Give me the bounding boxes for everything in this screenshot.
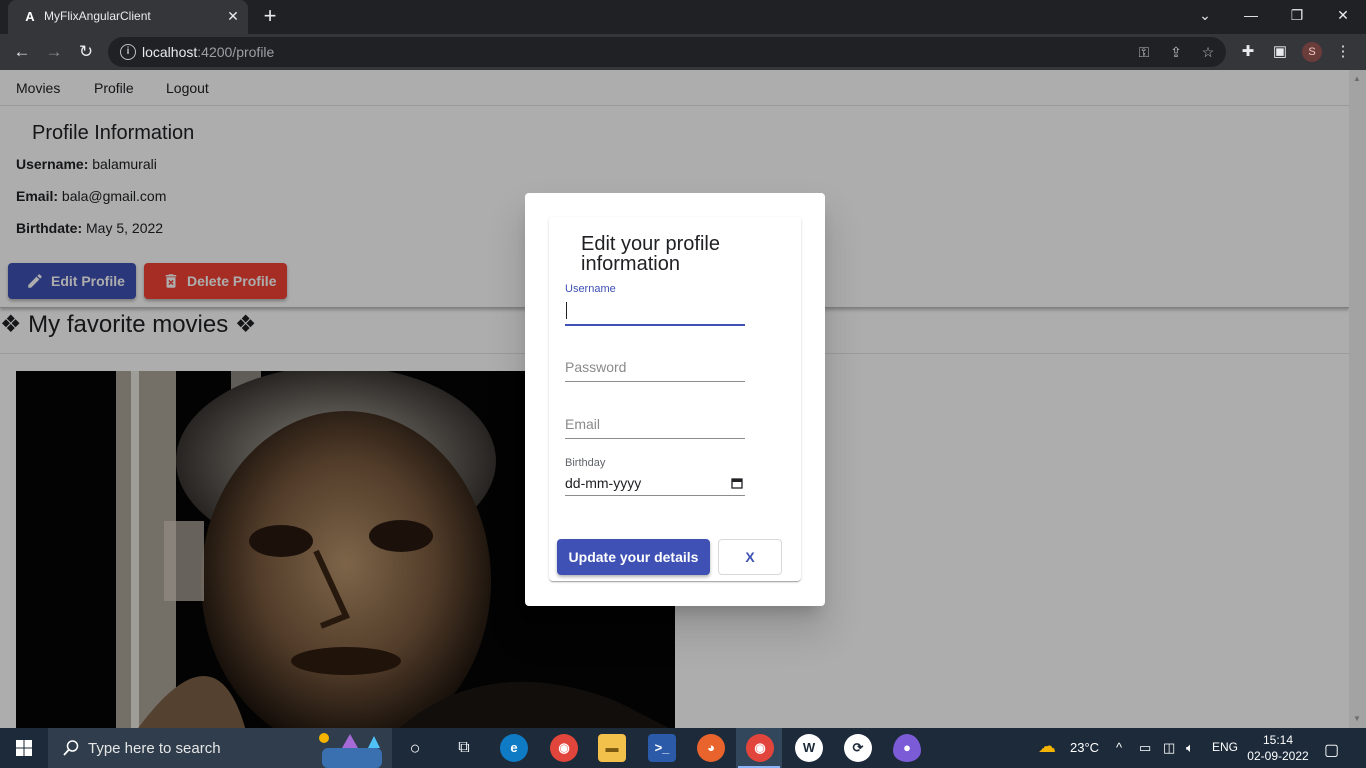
tab-search-chevron-icon[interactable]: ⌄ — [1182, 0, 1228, 30]
minimize-icon[interactable]: — — [1228, 0, 1274, 30]
forward-icon[interactable]: → — [40, 38, 68, 66]
edit-profile-dialog: Edit your profile information Username B… — [525, 193, 825, 606]
volume-icon[interactable]: 🔈︎ — [1186, 740, 1194, 756]
start-button[interactable] — [0, 728, 48, 768]
angular-favicon-icon: A — [25, 9, 35, 24]
key-icon[interactable]: ⚿ — [1134, 42, 1154, 62]
site-info-icon[interactable]: i — [120, 44, 136, 60]
extensions-icon[interactable]: ✚ — [1236, 40, 1260, 64]
tab-close-icon[interactable]: ✕ — [224, 7, 242, 25]
username-field-label: Username — [565, 283, 616, 295]
app-w-icon[interactable]: W — [795, 734, 823, 762]
browser-toolbar: ← → ↻ i localhost:4200/profile ⚿ ⇪ ☆ ✚ ▣… — [0, 34, 1366, 70]
address-bar[interactable]: i localhost:4200/profile ⚿ ⇪ ☆ — [108, 37, 1226, 67]
page-viewport: Movies Profile Logout Profile Informatio… — [0, 70, 1366, 728]
app-sync-icon[interactable]: ⟳ — [844, 734, 872, 762]
restore-icon[interactable]: ❐ — [1274, 0, 1320, 30]
meet-now-icon[interactable]: ◫ — [1163, 740, 1175, 756]
back-icon[interactable]: ← — [8, 38, 36, 66]
search-placeholder: Type here to search — [88, 740, 221, 757]
windows-taskbar: Type here to search ○ ⧉ e ◉ ▬ >_ ◕ ◉ W ⟳… — [0, 728, 1366, 768]
menu-kebab-icon[interactable]: ⋮ — [1331, 40, 1355, 64]
email-input[interactable] — [565, 414, 745, 434]
windows-logo-icon — [16, 740, 32, 756]
clock-time: 15:14 — [1262, 733, 1294, 747]
password-input[interactable] — [565, 357, 745, 377]
birthday-underline — [565, 495, 745, 496]
birthday-field-label: Birthday — [565, 457, 606, 469]
battery-icon[interactable]: ▭ — [1139, 740, 1151, 756]
bookmark-star-icon[interactable]: ☆ — [1198, 42, 1218, 62]
search-icon — [63, 740, 79, 756]
share-icon[interactable]: ⇪ — [1166, 42, 1186, 62]
weather-temp[interactable]: 23°C — [1070, 740, 1099, 755]
password-underline — [565, 381, 745, 382]
birthday-field[interactable]: Birthday dd-mm-yyyy — [565, 455, 745, 497]
profile-avatar[interactable]: S — [1302, 42, 1322, 62]
tab-title: MyFlixAngularClient — [44, 9, 151, 23]
birthday-input[interactable]: dd-mm-yyyy — [565, 475, 641, 491]
url-text: localhost:4200/profile — [142, 44, 275, 60]
email-field[interactable] — [565, 412, 745, 440]
browser-tab[interactable]: A MyFlixAngularClient ✕ — [8, 0, 248, 34]
app-drop-icon[interactable]: ● — [893, 734, 921, 762]
password-field[interactable] — [565, 355, 745, 383]
username-input[interactable] — [565, 301, 745, 321]
file-explorer-icon[interactable]: ▬ — [598, 734, 626, 762]
taskbar-search-box[interactable]: Type here to search — [48, 728, 392, 768]
chrome-active-icon[interactable]: ◉ — [746, 734, 774, 762]
edit-profile-card: Edit your profile information Username B… — [549, 217, 801, 581]
task-view-icon[interactable]: ⧉ — [450, 734, 478, 762]
new-tab-icon[interactable]: + — [258, 5, 282, 29]
edge-icon[interactable]: e — [500, 734, 528, 762]
notifications-icon[interactable]: ▢ — [1324, 740, 1339, 760]
username-field[interactable]: Username — [565, 283, 745, 327]
dialog-title: Edit your profile information — [581, 233, 720, 275]
powershell-icon[interactable]: >_ — [648, 734, 676, 762]
browser-tab-strip: A MyFlixAngularClient ✕ + ⌄ — ❐ ✕ — [0, 0, 1366, 34]
update-details-button[interactable]: Update your details — [557, 539, 710, 575]
clock-date: 02-09-2022 — [1247, 749, 1309, 763]
window-close-icon[interactable]: ✕ — [1320, 0, 1366, 30]
username-underline — [565, 324, 745, 326]
search-highlight-illustration-icon — [319, 733, 382, 768]
side-panel-icon[interactable]: ▣ — [1268, 40, 1292, 64]
email-underline — [565, 438, 745, 439]
chrome-icon[interactable]: ◉ — [550, 734, 578, 762]
reload-icon[interactable]: ↻ — [72, 38, 100, 66]
calendar-icon[interactable] — [731, 477, 743, 489]
clock[interactable]: 15:14 02-09-2022 — [1242, 732, 1314, 764]
language-indicator[interactable]: ENG — [1212, 740, 1238, 754]
close-dialog-button[interactable]: X — [718, 539, 782, 575]
firefox-icon[interactable]: ◕ — [697, 734, 725, 762]
weather-icon[interactable]: ☁ — [1038, 736, 1056, 757]
cortana-icon[interactable]: ○ — [401, 734, 429, 762]
tray-chevron-icon[interactable]: ^ — [1116, 740, 1122, 755]
